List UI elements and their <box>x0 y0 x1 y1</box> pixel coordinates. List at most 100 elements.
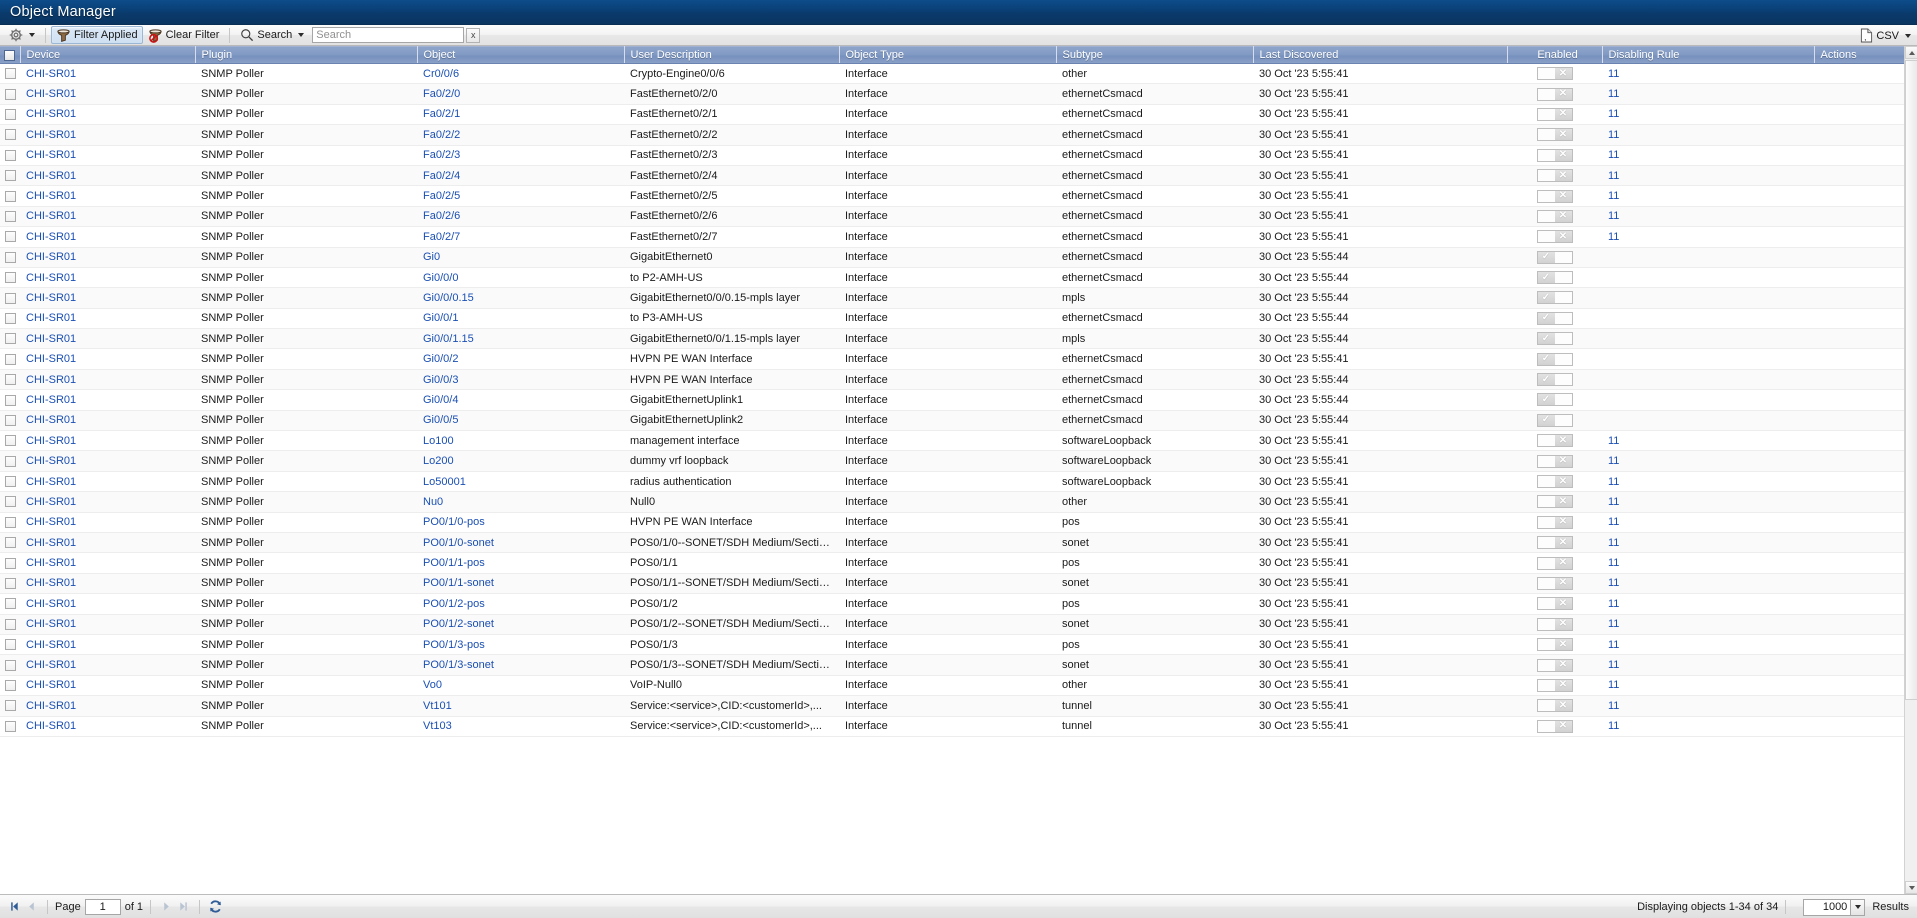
row-checkbox[interactable] <box>4 394 16 406</box>
table-row[interactable]: CHI-SR01 SNMP Poller Fa0/2/1 FastEthernet0/… <box>0 104 1904 126</box>
enabled-toggle-off[interactable]: ✕ <box>1536 475 1573 488</box>
scroll-up-button[interactable] <box>1905 46 1917 59</box>
object-link[interactable]: Fa0/2/5 <box>423 190 460 202</box>
device-link[interactable]: CHI-SR01 <box>26 455 76 467</box>
filter-applied-button[interactable]: Filter Applied <box>51 26 143 44</box>
object-link[interactable]: Gi0/0/2 <box>423 353 458 365</box>
enabled-toggle-off[interactable]: ✕ <box>1536 719 1573 733</box>
object-link[interactable]: Lo200 <box>423 455 454 467</box>
column-header-object[interactable]: Object <box>417 46 625 64</box>
table-row[interactable]: CHI-SR01 SNMP Poller Gi0/0/2 HVPN PE WAN In… <box>0 348 1904 370</box>
row-checkbox[interactable] <box>4 68 16 80</box>
object-link[interactable]: PO0/1/1-sonet <box>423 577 494 589</box>
table-row[interactable]: CHI-SR01 SNMP Poller PO0/1/3-sonet POS0/1/3… <box>0 654 1904 676</box>
rule-link[interactable]: 11 <box>1608 537 1619 549</box>
table-row[interactable]: CHI-SR01 SNMP Poller Gi0/0/3 HVPN PE WAN In… <box>0 369 1904 391</box>
enabled-toggle-off[interactable]: ✕ <box>1536 597 1573 611</box>
table-row[interactable]: CHI-SR01 SNMP Poller Cr0/0/6 Crypto-Engine0… <box>0 63 1904 85</box>
device-link[interactable]: CHI-SR01 <box>26 272 76 284</box>
enabled-toggle-on[interactable]: ✓ <box>1536 271 1573 285</box>
table-row[interactable]: CHI-SR01 SNMP Poller Gi0/0/4 GigabitEtherne… <box>0 389 1904 411</box>
column-header-rule[interactable]: Disabling Rule <box>1602 46 1815 64</box>
page-number-input[interactable] <box>84 898 121 915</box>
table-row[interactable]: CHI-SR01 SNMP Poller Gi0/0/5 GigabitEtherne… <box>0 410 1904 432</box>
enabled-toggle-off[interactable]: ✕ <box>1536 189 1573 203</box>
table-row[interactable]: CHI-SR01 SNMP Poller Vt103 Service:<service… <box>0 716 1904 737</box>
table-row[interactable]: CHI-SR01 SNMP Poller Fa0/2/2 FastEthernet0/… <box>0 124 1904 146</box>
device-link[interactable]: CHI-SR01 <box>26 149 76 161</box>
row-checkbox[interactable] <box>4 700 16 712</box>
row-checkbox[interactable] <box>4 680 16 691</box>
table-row[interactable]: CHI-SR01 SNMP Poller PO0/1/0-pos HVPN PE WA… <box>0 512 1904 533</box>
row-checkbox[interactable] <box>4 476 16 488</box>
enabled-toggle-off[interactable]: ✕ <box>1536 699 1573 713</box>
enabled-toggle-off[interactable]: ✕ <box>1536 556 1573 570</box>
device-link[interactable]: CHI-SR01 <box>26 88 76 100</box>
enabled-toggle-off[interactable]: ✕ <box>1536 454 1573 468</box>
column-header-subtype[interactable]: Subtype <box>1056 46 1254 64</box>
table-row[interactable]: CHI-SR01 SNMP Poller Nu0 Null0 Interface othe… <box>0 491 1904 513</box>
chevron-down-icon[interactable] <box>1905 33 1911 38</box>
rule-link[interactable]: 11 <box>1608 190 1619 202</box>
enabled-toggle-off[interactable]: ✕ <box>1536 87 1573 101</box>
rule-link[interactable]: 11 <box>1608 577 1619 589</box>
object-link[interactable]: Lo50001 <box>423 476 466 488</box>
row-checkbox[interactable] <box>4 190 16 202</box>
csv-file-icon[interactable]: , <box>1860 28 1873 43</box>
object-link[interactable]: PO0/1/0-sonet <box>423 537 494 549</box>
row-checkbox[interactable] <box>4 353 16 365</box>
table-row[interactable]: CHI-SR01 SNMP Poller PO0/1/1-sonet POS0/1/1… <box>0 573 1904 595</box>
object-link[interactable]: Cr0/0/6 <box>423 68 459 80</box>
scrollbar-thumb[interactable] <box>1905 60 1917 700</box>
table-row[interactable]: CHI-SR01 SNMP Poller Fa0/2/4 FastEthernet0/… <box>0 165 1904 187</box>
csv-label[interactable]: CSV <box>1876 30 1899 42</box>
settings-menu-button[interactable] <box>4 26 40 44</box>
device-link[interactable]: CHI-SR01 <box>26 414 76 426</box>
enabled-toggle-off[interactable]: ✕ <box>1536 209 1573 223</box>
device-link[interactable]: CHI-SR01 <box>26 476 76 488</box>
object-link[interactable]: Fa0/2/6 <box>423 210 460 222</box>
object-link[interactable]: Gi0/0/4 <box>423 394 458 406</box>
device-link[interactable]: CHI-SR01 <box>26 108 76 120</box>
table-row[interactable]: CHI-SR01 SNMP Poller Gi0/0/0.15 GigabitEthe… <box>0 287 1904 309</box>
device-link[interactable]: CHI-SR01 <box>26 598 76 610</box>
rule-link[interactable]: 11 <box>1608 659 1619 671</box>
enabled-toggle-off[interactable]: ✕ <box>1536 658 1573 672</box>
row-checkbox[interactable] <box>4 516 16 528</box>
object-link[interactable]: Gi0/0/1.15 <box>423 333 474 345</box>
search-input[interactable] <box>312 27 465 43</box>
device-link[interactable]: CHI-SR01 <box>26 333 76 345</box>
rule-link[interactable]: 11 <box>1608 557 1619 569</box>
table-row[interactable]: CHI-SR01 SNMP Poller Fa0/2/5 FastEthernet0/… <box>0 185 1904 207</box>
enabled-toggle-on[interactable]: ✓ <box>1536 291 1573 305</box>
rule-link[interactable]: 11 <box>1608 496 1619 508</box>
rule-link[interactable]: 11 <box>1608 476 1619 488</box>
device-link[interactable]: CHI-SR01 <box>26 394 76 406</box>
row-checkbox[interactable] <box>4 231 16 243</box>
table-row[interactable]: CHI-SR01 SNMP Poller Lo50001 radius authent… <box>0 471 1904 493</box>
enabled-toggle-off[interactable]: ✕ <box>1536 515 1573 529</box>
enabled-toggle-off[interactable]: ✕ <box>1536 148 1573 162</box>
rule-link[interactable]: 11 <box>1608 679 1619 691</box>
table-row[interactable]: CHI-SR01 SNMP Poller Lo100 management inter… <box>0 430 1904 452</box>
table-row[interactable]: CHI-SR01 SNMP Poller Gi0/0/0 to P2-AMH-US In… <box>0 267 1904 289</box>
rule-link[interactable]: 11 <box>1608 516 1619 528</box>
column-header-device[interactable]: Device <box>20 46 196 64</box>
enabled-toggle-on[interactable]: ✓ <box>1536 393 1573 407</box>
object-link[interactable]: Fa0/2/7 <box>423 231 460 243</box>
rule-link[interactable]: 11 <box>1608 700 1619 712</box>
next-page-icon[interactable] <box>158 898 175 915</box>
row-checkbox[interactable] <box>4 333 16 345</box>
table-row[interactable]: CHI-SR01 SNMP Poller PO0/1/3-pos POS0/1/3 In… <box>0 634 1904 656</box>
enabled-toggle-off[interactable]: ✕ <box>1536 434 1573 448</box>
scroll-down-button[interactable] <box>1905 881 1917 894</box>
object-link[interactable]: PO0/1/1-pos <box>423 557 485 569</box>
rule-link[interactable]: 11 <box>1608 639 1619 651</box>
enabled-toggle-on[interactable]: ✓ <box>1536 352 1573 366</box>
row-checkbox[interactable] <box>4 496 16 508</box>
device-link[interactable]: CHI-SR01 <box>26 700 76 712</box>
enabled-toggle-off[interactable]: ✕ <box>1536 576 1573 590</box>
table-row[interactable]: CHI-SR01 SNMP Poller PO0/1/1-pos POS0/1/1 In… <box>0 552 1904 574</box>
table-row[interactable]: CHI-SR01 SNMP Poller Vo0 VoIP-Null0 Interfac… <box>0 675 1904 697</box>
results-per-page-select[interactable]: 1000 <box>1803 898 1866 916</box>
